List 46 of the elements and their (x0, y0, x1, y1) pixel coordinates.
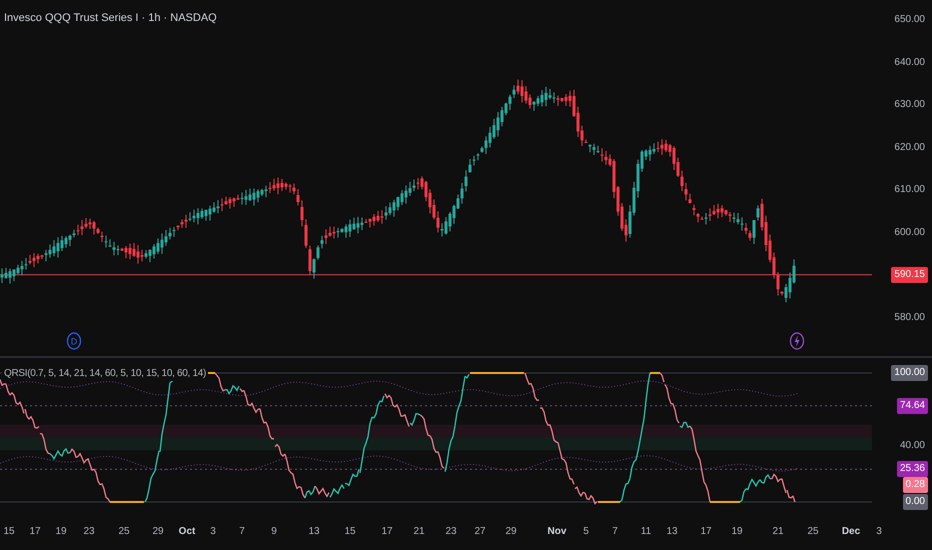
time-axis-label: 17 (381, 525, 393, 539)
indicator-value-badge: 0.00 (902, 494, 928, 510)
time-axis-label: 9 (271, 525, 277, 539)
indicator-value-badge: 0.28 (902, 477, 928, 493)
price-axis-label: 620.00 (893, 140, 926, 155)
time-axis-label: 13 (308, 525, 320, 539)
time-axis-label: 19 (731, 525, 743, 539)
time-axis-label: 23 (445, 525, 457, 539)
price-axis-label: 610.00 (893, 183, 926, 198)
dividend-marker[interactable]: D (66, 332, 82, 350)
time-axis-label: 5 (583, 525, 589, 539)
time-axis-label: 7 (612, 525, 618, 539)
price-axis-label: 640.00 (893, 56, 926, 70)
chart-title: Invesco QQQ Trust Series I · 1h · NASDAQ (4, 11, 217, 26)
time-axis-label: 21 (413, 525, 425, 539)
time-axis-label: 29 (505, 525, 517, 539)
indicator-value-badge: 25.36 (896, 461, 928, 477)
indicator-value-badge: 74.64 (896, 398, 928, 414)
time-axis-label: 29 (152, 525, 164, 539)
time-axis-label: Dec (842, 525, 860, 539)
time-axis-label: 17 (700, 525, 712, 539)
last-price-badge: 590.15 (891, 266, 928, 283)
time-axis-label: 3 (876, 525, 882, 539)
time-axis-label: 23 (83, 525, 95, 539)
price-axis-label: 580.00 (893, 310, 926, 325)
price-axis-label: 650.00 (893, 13, 926, 27)
time-axis-label: 21 (772, 525, 784, 539)
indicator-axis-label: 40.00 (898, 439, 926, 453)
time-axis-label: 3 (210, 525, 216, 539)
price-axis-label: 630.00 (893, 98, 926, 112)
time-axis-label: 19 (55, 525, 67, 539)
time-axis-label: 27 (474, 525, 486, 539)
time-axis-label: 13 (666, 525, 678, 539)
price-axis-label: 600.00 (893, 226, 926, 240)
time-axis-label: Nov (548, 525, 566, 539)
indicator-value-badge: 100.00 (891, 365, 928, 381)
time-axis-label: 11 (640, 525, 652, 539)
time-axis-label: 7 (239, 525, 245, 539)
time-axis-label: 25 (118, 525, 130, 539)
time-axis-label: 25 (807, 525, 819, 539)
time-axis-label: 17 (29, 525, 41, 539)
time-axis-label: 15 (3, 525, 15, 539)
time-axis-label: Oct (178, 525, 196, 539)
time-axis-label: 15 (344, 525, 356, 539)
lightning-icon[interactable] (789, 332, 805, 350)
indicator-legend: QRSI(0.7, 5, 14, 21, 14, 60, 5, 10, 15, 10, 60, 14) (2, 366, 208, 381)
